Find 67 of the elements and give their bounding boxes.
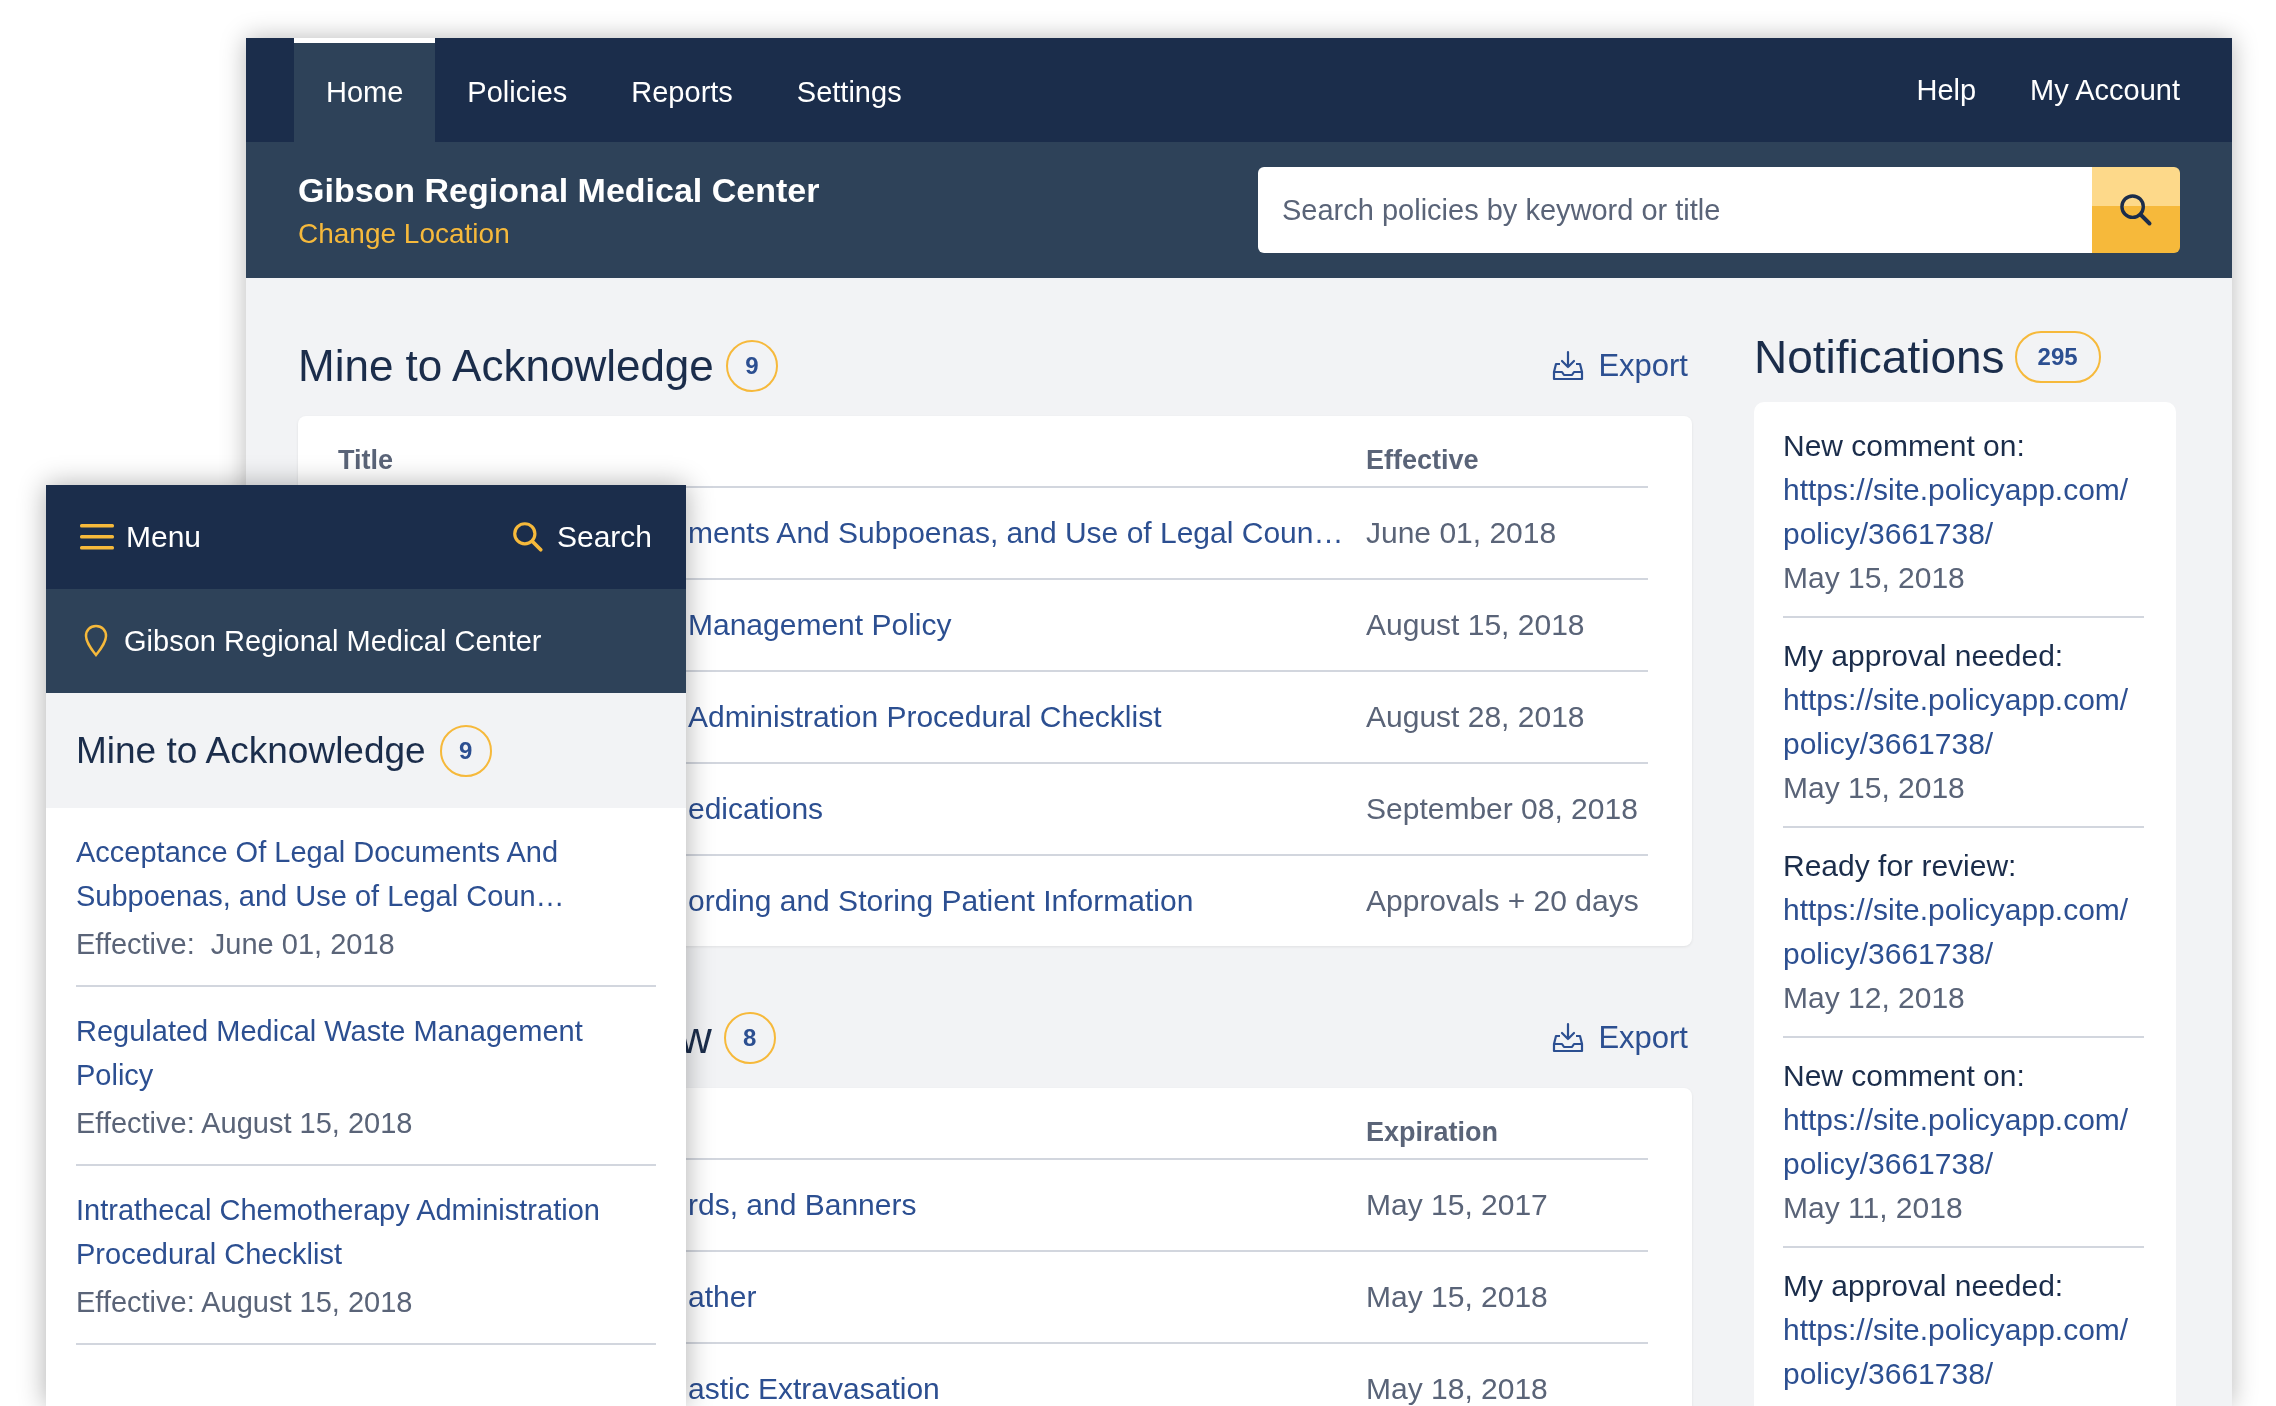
effective-date: Effective: August 15, 2018 [76, 1107, 414, 1140]
column-header: Expiration [1366, 1117, 1499, 1147]
location-name: Gibson Regional Medical Center [124, 624, 542, 658]
nav-tab[interactable]: Reports [599, 38, 765, 142]
notification-link[interactable]: https://site.policyapp.com/ policy/3661738/ [1783, 678, 2145, 766]
count-badge: 9 [725, 340, 778, 392]
count-badge: 9 [439, 724, 492, 777]
effective-date: Effective: June 01, 2018 [76, 928, 396, 961]
notifications-heading: Notifications [1754, 330, 2005, 384]
policy-link[interactable]: ording and Storing Patient Information [688, 884, 1194, 917]
nav-link[interactable]: Help [1916, 38, 1977, 142]
nav-tab[interactable]: Policies [435, 38, 600, 142]
policy-link[interactable]: Acceptance Of Legal Documents And Subpoenas, and Use of Legal Coun… [76, 830, 656, 918]
search-button[interactable]: Search [510, 520, 652, 554]
menu-icon [80, 524, 114, 550]
notification-link[interactable]: https://site.policyapp.com/ policy/3661738/ [1783, 888, 2145, 976]
search-field[interactable]: Search policies by keyword or title [1258, 167, 2092, 253]
nav-link[interactable]: My Account [2030, 38, 2180, 142]
map-pin-icon [84, 624, 108, 658]
policy-link[interactable]: Intrathecal Chemotherapy Administration Procedural Checklist [76, 1188, 656, 1276]
notification-text: My approval needed: [1783, 1268, 2065, 1304]
policy-link[interactable]: Management Policy [688, 608, 952, 641]
notification-text: Ready for review: [1783, 848, 2018, 884]
policy-link[interactable]: rds, and Banners [688, 1188, 917, 1221]
effective-date: Effective: August 15, 2018 [76, 1286, 414, 1319]
date-cell: June 01, 2018 [1366, 516, 1557, 549]
policy-link[interactable]: Regulated Medical Waste Management Policy [76, 1009, 656, 1097]
policy-link[interactable]: ather [688, 1280, 757, 1313]
notification-link[interactable]: https://site.policyapp.com/ policy/3661738/ [1783, 1308, 2145, 1396]
column-header: Effective [1366, 445, 1479, 475]
search-icon [510, 520, 545, 554]
search-icon [2118, 192, 2154, 228]
date-cell: August 28, 2018 [1366, 700, 1585, 733]
policy-link[interactable]: ments And Subpoenas, and Use of Legal Coun… [688, 516, 1344, 549]
date-cell: May 15, 2017 [1366, 1188, 1548, 1221]
download-tray-icon [1552, 1022, 1585, 1054]
nav-tab[interactable]: Settings [764, 38, 934, 142]
change-location-link[interactable]: Change Location [298, 217, 1258, 250]
export-link[interactable]: Export [1552, 1020, 1692, 1056]
date-cell: May 18, 2018 [1366, 1372, 1548, 1405]
location-name: Gibson Regional Medical Center [298, 170, 821, 210]
menu-button[interactable]: Menu [80, 520, 202, 554]
section-heading: Mine to Acknowledge [298, 341, 714, 391]
notification-link[interactable]: https://site.policyapp.com/ policy/3661738/ [1783, 468, 2145, 556]
notification-date: May 15, 2018 [1783, 560, 1966, 596]
notification-link[interactable]: https://site.policyapp.com/ policy/3661738/ [1783, 1098, 2145, 1186]
count-badge: 8 [723, 1012, 776, 1064]
notification-date: May 15, 2018 [1783, 770, 1966, 806]
date-cell: Approvals + 20 days [1366, 884, 1639, 917]
notification-date: May 12, 2018 [1783, 980, 1966, 1016]
notification-text: New comment on: [1783, 1058, 2026, 1094]
nav-tab[interactable]: Home [294, 38, 436, 142]
policy-link[interactable]: astic Extravasation [688, 1372, 940, 1405]
notification-text: My approval needed: [1783, 638, 2065, 674]
search-button[interactable] [2092, 167, 2180, 253]
date-cell: September 08, 2018 [1366, 792, 1638, 825]
download-tray-icon [1552, 350, 1585, 382]
date-cell: May 15, 2018 [1366, 1280, 1548, 1313]
notification-text: New comment on: [1783, 428, 2026, 464]
notification-date: May 11, 2018 [1783, 1190, 1964, 1226]
export-link[interactable]: Export [1552, 348, 1692, 384]
section-heading: Mine to Acknowledge [76, 729, 426, 772]
policy-link[interactable]: edications [688, 792, 824, 825]
column-header: Title [338, 445, 393, 475]
count-badge: 295 [2014, 331, 2101, 383]
policy-link[interactable]: Administration Procedural Checklist [688, 700, 1162, 733]
date-cell: August 15, 2018 [1366, 608, 1585, 641]
